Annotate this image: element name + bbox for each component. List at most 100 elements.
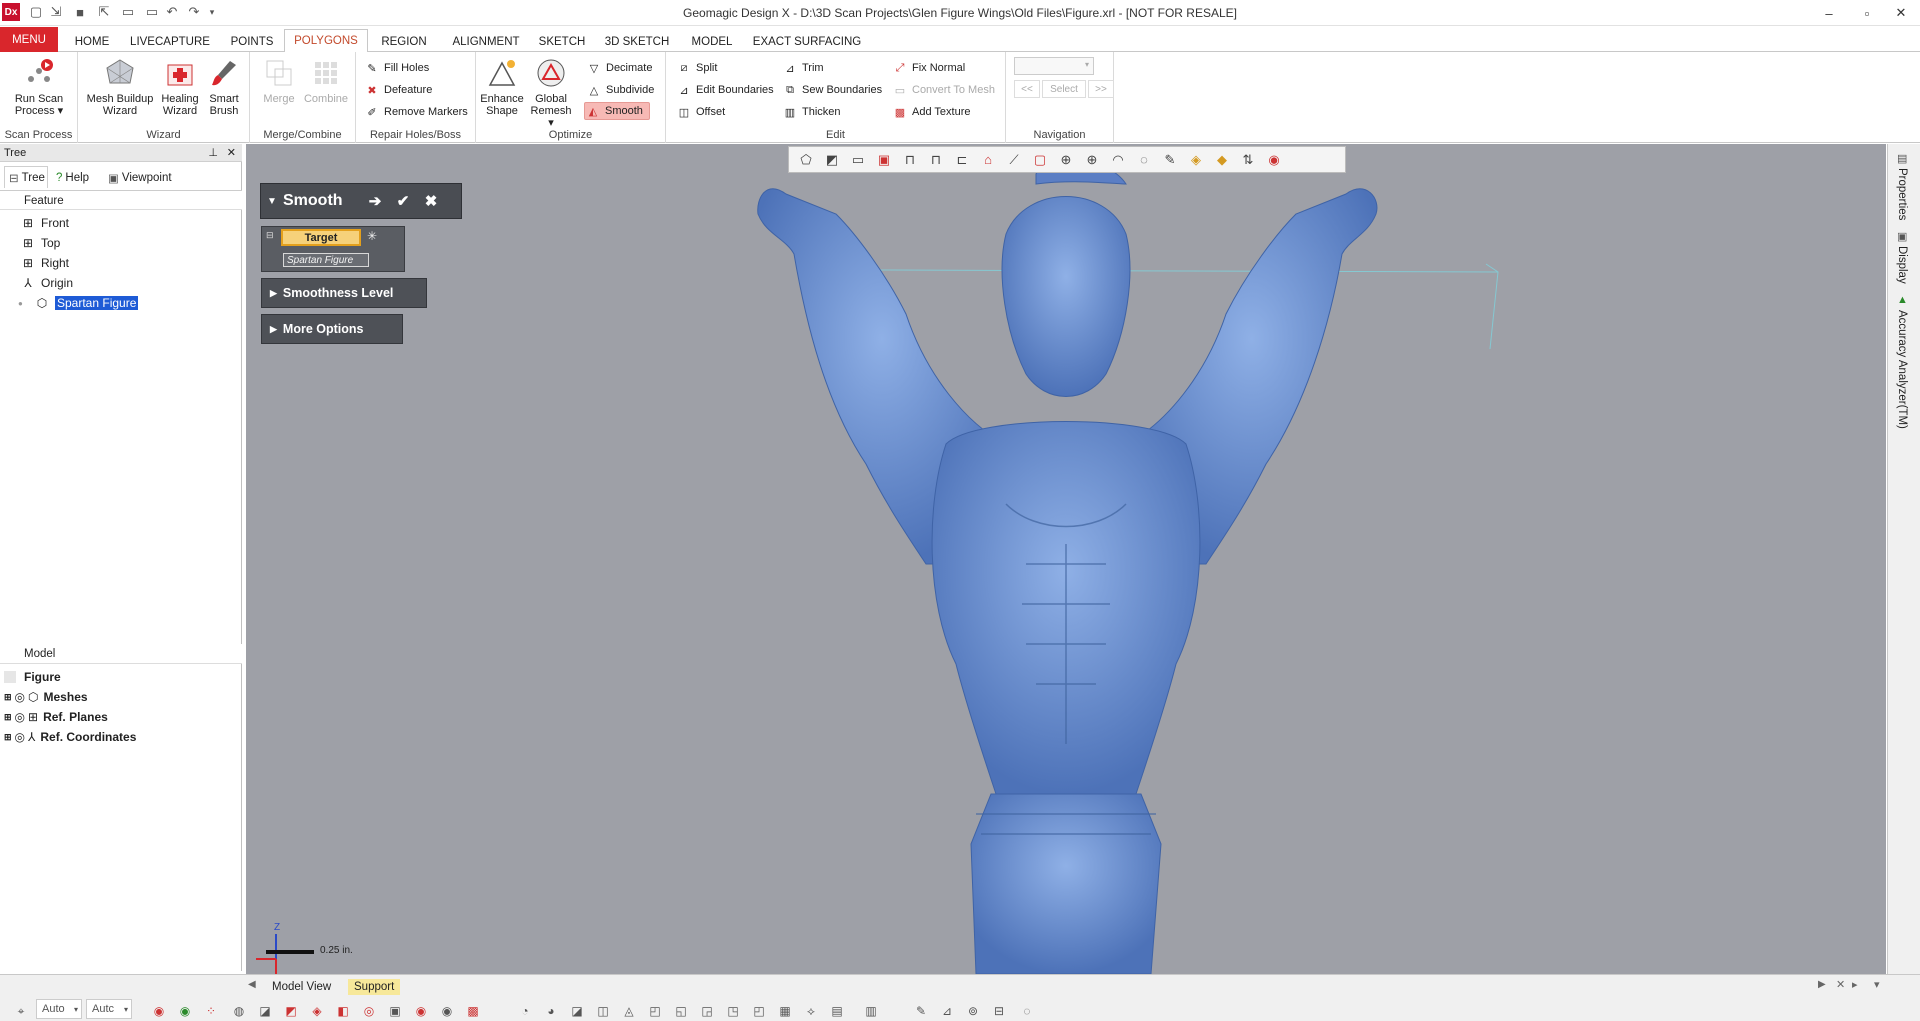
view-mode-icon[interactable]: ⬠ bbox=[795, 150, 817, 170]
open-folder-icon[interactable]: ▭ bbox=[120, 4, 136, 20]
more-options-expander[interactable]: ▶ More Options bbox=[261, 314, 403, 344]
nav-select-button[interactable]: Select bbox=[1042, 80, 1086, 98]
snap-13-icon[interactable]: ▤ bbox=[828, 1002, 846, 1020]
navigation-dropdown[interactable]: ▾ bbox=[1014, 57, 1094, 75]
target-options-icon[interactable]: ✳ bbox=[367, 229, 377, 243]
save-icon[interactable]: ■ bbox=[72, 4, 88, 20]
snap-5-icon[interactable]: ◬ bbox=[620, 1002, 638, 1020]
tab-viewpoint[interactable]: ▣ Viewpoint bbox=[108, 168, 172, 188]
open-icon[interactable]: ▭ bbox=[144, 4, 160, 20]
scroll-right-icon[interactable]: ▶ bbox=[1818, 979, 1826, 990]
auto-dropdown-1[interactable]: Auto ▾ bbox=[36, 999, 82, 1019]
tab-help[interactable]: ? Help bbox=[56, 168, 89, 188]
snap-8-icon[interactable]: ◲ bbox=[698, 1002, 716, 1020]
defeature-button[interactable]: ✖ Defeature bbox=[364, 81, 432, 99]
target-button[interactable]: Target bbox=[281, 229, 361, 246]
pin-icon[interactable]: ⊥ bbox=[208, 144, 218, 162]
snap-7-icon[interactable]: ◱ bbox=[672, 1002, 690, 1020]
tab-points[interactable]: POINTS bbox=[224, 31, 280, 52]
selection-mode-icon[interactable]: ⌖ bbox=[12, 1002, 30, 1020]
select-filter-icon[interactable]: ⇅ bbox=[1237, 150, 1259, 170]
eye-icon[interactable]: ◎ bbox=[15, 730, 25, 744]
smart-select-icon[interactable]: ◆ bbox=[1211, 150, 1233, 170]
panel-close-icon[interactable]: ✕ bbox=[227, 144, 236, 162]
smooth-button[interactable]: ◭ Smooth bbox=[584, 102, 650, 120]
tree-item-right[interactable]: ⊞ Right bbox=[20, 254, 69, 272]
snap-6-icon[interactable]: ◰ bbox=[646, 1002, 664, 1020]
clipboard-icon[interactable]: ▥ bbox=[862, 1002, 880, 1020]
close-view-icon[interactable]: ✕ bbox=[1836, 978, 1845, 991]
view-right-icon[interactable]: ⊓ bbox=[925, 150, 947, 170]
app-logo[interactable]: Dx bbox=[2, 3, 20, 21]
mesh-buildup-wizard-button[interactable]: Mesh Buildup Wizard bbox=[84, 56, 156, 117]
remove-markers-button[interactable]: ✐ Remove Markers bbox=[364, 103, 467, 121]
model-item-meshes[interactable]: ⊞ ◎ ⬡ Meshes bbox=[4, 688, 88, 706]
dock-tab-display[interactable]: Display bbox=[1896, 246, 1908, 284]
split-button[interactable]: ⧄ Split bbox=[676, 59, 718, 77]
tree-item-front[interactable]: ⊞ Front bbox=[20, 214, 69, 232]
filter-curve-icon[interactable]: ◎ bbox=[360, 1002, 378, 1020]
tab-3d-sketch[interactable]: 3D SKETCH bbox=[600, 31, 674, 52]
lasso-select-icon[interactable]: ◠ bbox=[1107, 150, 1129, 170]
visibility-toggle-icon[interactable]: ◉ bbox=[1263, 150, 1285, 170]
snap-12-icon[interactable]: ⟡ bbox=[802, 1002, 820, 1020]
customize-icon[interactable]: ▾ bbox=[204, 4, 220, 20]
polygon-select-icon[interactable]: ⊕ bbox=[1081, 150, 1103, 170]
enhance-shape-button[interactable]: Enhance Shape bbox=[480, 56, 524, 117]
render-mode-icon[interactable]: ▭ bbox=[847, 150, 869, 170]
auto-dropdown-2[interactable]: Autc ▾ bbox=[86, 999, 132, 1019]
options-icon[interactable]: ◌ bbox=[1018, 1002, 1036, 1020]
nav-next-button[interactable]: >> bbox=[1088, 80, 1114, 98]
tab-support[interactable]: Support bbox=[348, 979, 401, 995]
decimate-button[interactable]: ▽ Decimate bbox=[586, 59, 653, 77]
render-icon[interactable]: ⊟ bbox=[990, 1002, 1008, 1020]
redo-icon[interactable]: ↷ bbox=[186, 4, 202, 20]
next-stage-button[interactable]: ➔ bbox=[365, 191, 385, 211]
nav-prev-button[interactable]: << bbox=[1014, 80, 1040, 98]
subdivide-button[interactable]: △ Subdivide bbox=[586, 81, 655, 99]
expand-icon[interactable]: ⊞ bbox=[4, 732, 12, 743]
merge-button[interactable]: Merge bbox=[260, 56, 298, 105]
filter-points-icon[interactable]: ⁘ bbox=[202, 1002, 220, 1020]
sew-boundaries-button[interactable]: ⧉ Sew Boundaries bbox=[782, 81, 882, 99]
view-dropdown-icon[interactable]: ▾ bbox=[1874, 978, 1880, 991]
ok-button[interactable]: ✔ bbox=[393, 191, 413, 211]
target-value-field[interactable]: Spartan Figure bbox=[283, 253, 369, 267]
3d-viewport[interactable]: Z 0.25 in. bbox=[246, 144, 1886, 974]
snap-1-icon[interactable]: ◔ bbox=[516, 1002, 534, 1020]
tree-item-spartan-figure[interactable]: ● ⬡ Spartan Figure bbox=[18, 294, 139, 312]
filter-mesh-icon[interactable]: ◉ bbox=[150, 1002, 168, 1020]
tab-home[interactable]: HOME bbox=[66, 31, 118, 52]
offset-button[interactable]: ◫ Offset bbox=[676, 103, 725, 121]
extend-select-icon[interactable]: ◈ bbox=[1185, 150, 1207, 170]
tab-model-view[interactable]: Model View bbox=[266, 979, 337, 995]
scroll-left-icon[interactable]: ◀ bbox=[248, 979, 256, 990]
export-icon[interactable]: ⇱ bbox=[96, 4, 112, 20]
view-section-icon[interactable]: ⊏ bbox=[951, 150, 973, 170]
new-file-icon[interactable]: ▢ bbox=[28, 4, 44, 20]
eye-icon[interactable]: ◎ bbox=[15, 710, 25, 724]
cancel-button[interactable]: ✖ bbox=[421, 191, 441, 211]
tab-polygons[interactable]: POLYGONS bbox=[284, 29, 368, 53]
dock-tab-properties[interactable]: Properties bbox=[1896, 168, 1908, 220]
filter-plane-icon[interactable]: ▣ bbox=[386, 1002, 404, 1020]
filter-face-icon[interactable]: ◪ bbox=[256, 1002, 274, 1020]
healing-wizard-button[interactable]: Healing Wizard bbox=[158, 56, 202, 117]
target-collapse-icon[interactable]: ⊟ bbox=[266, 230, 274, 241]
tab-sketch[interactable]: SKETCH bbox=[536, 31, 588, 52]
view-front-icon[interactable]: ▣ bbox=[873, 150, 895, 170]
trim-button[interactable]: ⊿ Trim bbox=[782, 59, 823, 77]
rect-select-icon[interactable]: ▢ bbox=[1029, 150, 1051, 170]
smoothness-level-expander[interactable]: ▶ Smoothness Level bbox=[261, 278, 427, 308]
measure-icon[interactable]: ✎ bbox=[912, 1002, 930, 1020]
view-top-icon[interactable]: ⊓ bbox=[899, 150, 921, 170]
dock-tab-accuracy-analyzer[interactable]: Accuracy Analyzer(TM) bbox=[1896, 310, 1908, 429]
paint-select-icon[interactable]: ✎ bbox=[1159, 150, 1181, 170]
fill-holes-button[interactable]: ✎ Fill Holes bbox=[364, 59, 429, 77]
snap-10-icon[interactable]: ◰ bbox=[750, 1002, 768, 1020]
circle-select-icon[interactable]: ⊕ bbox=[1055, 150, 1077, 170]
filter-edge-icon[interactable]: ◩ bbox=[282, 1002, 300, 1020]
tree-item-origin[interactable]: ⅄ Origin bbox=[20, 274, 73, 292]
tree-item-top[interactable]: ⊞ Top bbox=[20, 234, 60, 252]
snap-9-icon[interactable]: ◳ bbox=[724, 1002, 742, 1020]
